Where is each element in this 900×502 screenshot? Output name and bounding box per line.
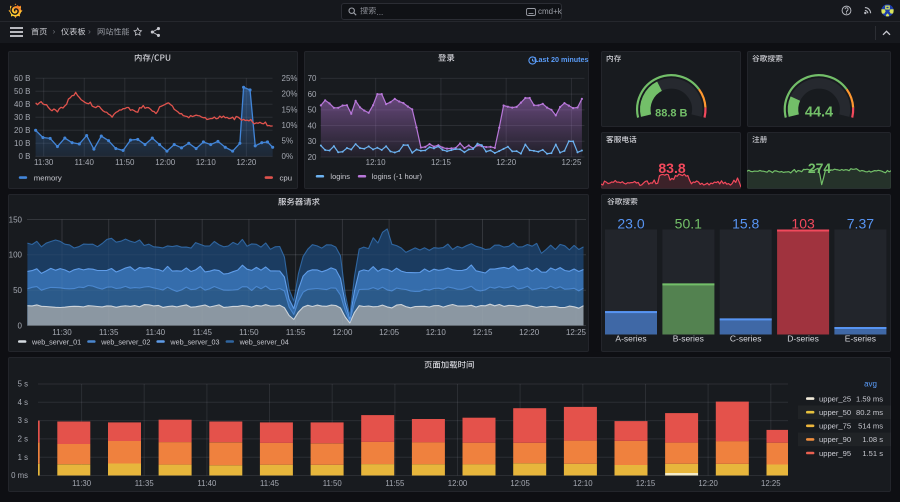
svg-text:0 B: 0 B [18,152,30,161]
svg-text:15%: 15% [282,105,298,114]
svg-text:11:30: 11:30 [52,328,72,337]
svg-text:70: 70 [308,74,317,83]
svg-text:11:35: 11:35 [99,328,119,337]
svg-text:C-series: C-series [730,333,762,343]
svg-text:83.8: 83.8 [658,160,685,176]
svg-text:12:25: 12:25 [561,158,582,167]
svg-text:50: 50 [13,286,22,295]
svg-text:5%: 5% [282,136,294,145]
svg-text:12:15: 12:15 [472,328,493,337]
svg-text:1.08 s: 1.08 s [862,435,883,444]
svg-text:web_server_01: web_server_01 [31,337,81,346]
svg-text:25%: 25% [282,74,298,83]
svg-text:upper_75: upper_75 [819,422,851,431]
svg-text:11:30: 11:30 [34,158,54,167]
svg-text:12:20: 12:20 [519,328,540,337]
svg-text:B-series: B-series [673,333,704,343]
svg-text:44.4: 44.4 [805,104,833,120]
svg-text:12:25: 12:25 [761,479,781,488]
svg-text:60: 60 [308,90,317,99]
svg-text:E-series: E-series [845,333,876,343]
svg-text:11:55: 11:55 [286,328,306,337]
svg-text:logins (-1 hour): logins (-1 hour) [372,172,423,181]
svg-text:274: 274 [808,160,832,176]
svg-text:upper_90: upper_90 [819,435,851,444]
svg-text:12:20: 12:20 [496,158,517,167]
svg-text:11:45: 11:45 [260,479,280,488]
svg-text:60 B: 60 B [14,74,30,83]
svg-text:50.1: 50.1 [675,215,702,231]
svg-text:2 s: 2 s [18,435,29,444]
svg-text:11:40: 11:40 [197,479,217,488]
svg-text:0 ms: 0 ms [11,471,28,480]
svg-text:12:05: 12:05 [379,328,400,337]
svg-text:avg: avg [864,380,877,389]
svg-text:12:20: 12:20 [236,158,257,167]
svg-text:11:55: 11:55 [385,479,405,488]
svg-text:11:45: 11:45 [192,328,212,337]
svg-text:20 B: 20 B [14,126,30,135]
svg-text:30: 30 [308,137,317,146]
svg-text:memory: memory [34,174,62,183]
svg-text:11:40: 11:40 [146,328,166,337]
svg-text:web_server_04: web_server_04 [239,337,289,346]
svg-text:20: 20 [308,153,317,162]
svg-text:12:00: 12:00 [155,158,176,167]
svg-text:15.8: 15.8 [732,215,759,231]
svg-text:0: 0 [18,321,23,330]
svg-text:1.51 s: 1.51 s [862,449,883,458]
svg-text:D-series: D-series [787,333,819,343]
svg-text:12:10: 12:10 [573,479,593,488]
svg-text:50 B: 50 B [14,87,30,96]
svg-text:80.2 ms: 80.2 ms [856,408,883,417]
svg-text:50: 50 [308,106,317,115]
svg-text:11:30: 11:30 [72,479,92,488]
svg-text:1 s: 1 s [18,453,29,462]
svg-text:12:15: 12:15 [431,158,452,167]
svg-text:100: 100 [9,250,23,259]
svg-text:web_server_02: web_server_02 [100,337,150,346]
svg-text:40 B: 40 B [14,100,30,109]
svg-text:150: 150 [9,215,23,224]
svg-text:cpu: cpu [280,174,293,183]
svg-text:12:00: 12:00 [448,479,468,488]
svg-text:12:25: 12:25 [566,328,587,337]
svg-text:12:05: 12:05 [510,479,530,488]
svg-text:upper_50: upper_50 [819,408,851,417]
svg-text:5 s: 5 s [18,380,29,389]
svg-text:3 s: 3 s [18,416,29,425]
svg-text:12:10: 12:10 [426,328,447,337]
svg-text:A-series: A-series [615,333,646,343]
svg-text:web_server_03: web_server_03 [169,337,219,346]
svg-text:30 B: 30 B [14,113,30,122]
svg-text:103: 103 [791,215,815,231]
svg-text:11:40: 11:40 [75,158,95,167]
svg-text:10 B: 10 B [14,139,30,148]
svg-text:12:00: 12:00 [332,328,353,337]
svg-text:88.8 B: 88.8 B [655,107,687,119]
svg-text:10%: 10% [282,121,298,130]
svg-text:12:10: 12:10 [366,158,387,167]
svg-text:upper_95: upper_95 [819,449,851,458]
svg-text:12:20: 12:20 [698,479,718,488]
svg-text:40: 40 [308,121,317,130]
svg-text:23.0: 23.0 [617,215,644,231]
svg-text:4 s: 4 s [18,398,29,407]
svg-text:20%: 20% [282,90,298,99]
svg-text:1.59 ms: 1.59 ms [856,394,883,403]
svg-text:upper_25: upper_25 [819,394,851,403]
svg-text:logins: logins [330,172,350,181]
svg-text:7.37: 7.37 [847,215,874,231]
svg-text:11:50: 11:50 [115,158,135,167]
svg-text:514 ms: 514 ms [858,422,883,431]
svg-text:11:35: 11:35 [135,479,155,488]
svg-text:12:15: 12:15 [636,479,656,488]
svg-text:0%: 0% [282,152,294,161]
svg-text:12:10: 12:10 [196,158,217,167]
svg-text:11:50: 11:50 [239,328,259,337]
svg-text:11:50: 11:50 [323,479,343,488]
